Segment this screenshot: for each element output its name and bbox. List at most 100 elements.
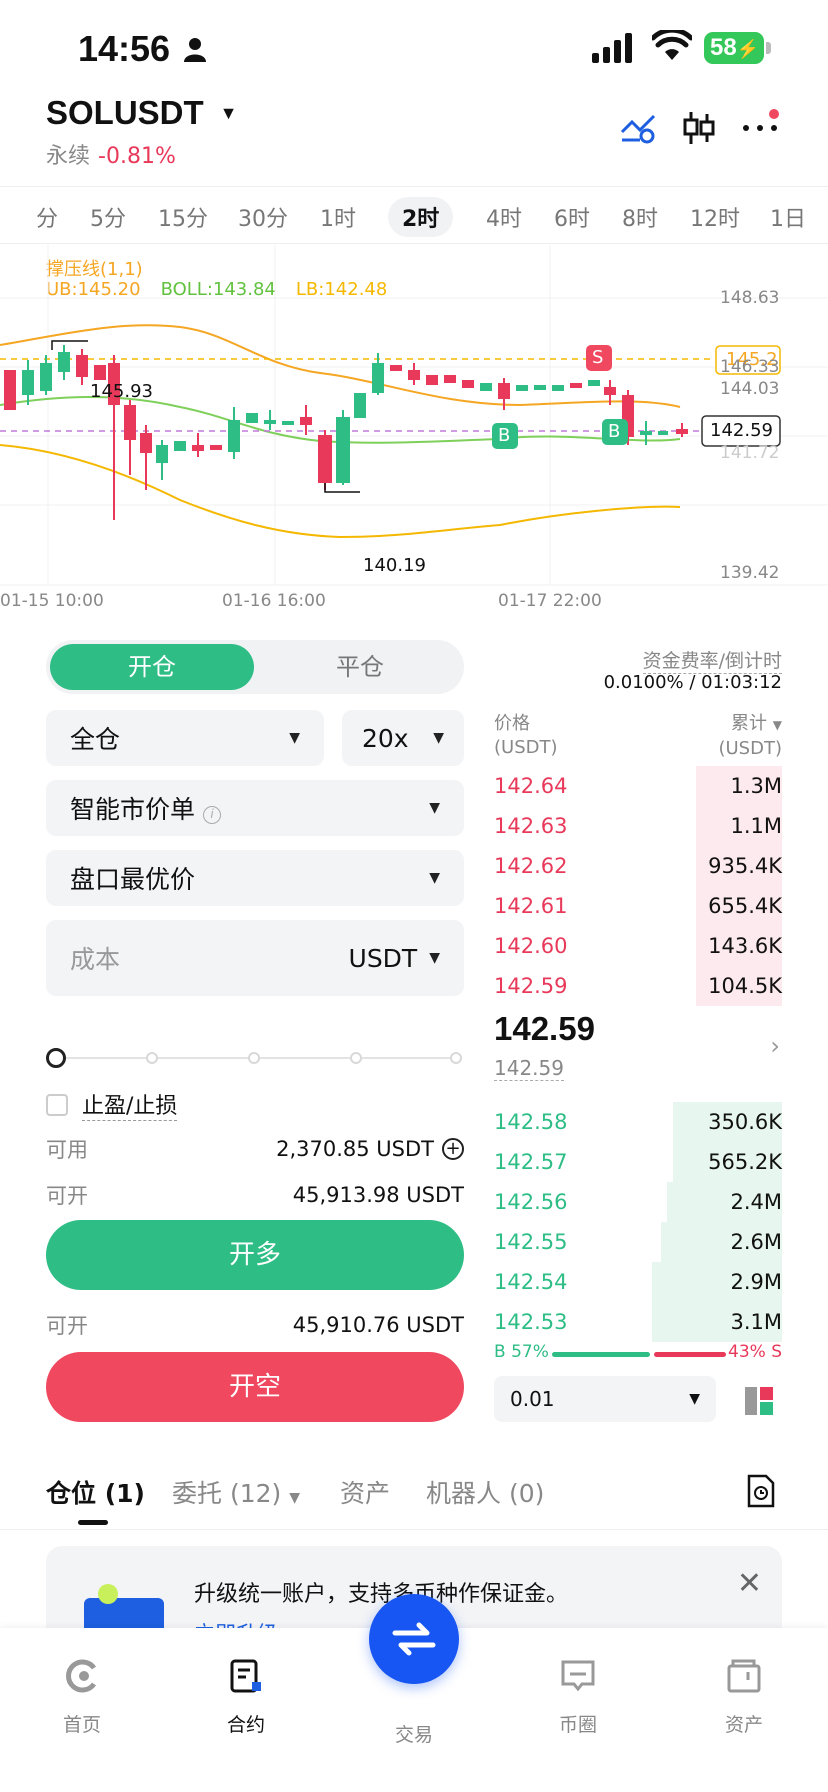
- precision-select[interactable]: 0.01 ▼: [494, 1376, 716, 1422]
- ask-row[interactable]: 142.63 1.1M: [494, 806, 782, 846]
- tab-timeframe[interactable]: 1时: [320, 201, 356, 233]
- nav-home[interactable]: 首页: [32, 1654, 132, 1737]
- slider-tick-100[interactable]: [450, 1052, 462, 1064]
- available-label: 可用: [46, 1138, 88, 1162]
- tab-timeframe[interactable]: 30分: [238, 201, 288, 233]
- ask-row[interactable]: 142.62 935.4K: [494, 846, 782, 886]
- futures-icon: [230, 1659, 261, 1693]
- nav-assets[interactable]: 资产: [694, 1654, 794, 1737]
- bid-price: 142.57: [494, 1150, 568, 1174]
- price-change: -0.81%: [98, 144, 176, 169]
- dropdown-arrow-icon: ▼: [289, 730, 300, 746]
- funding-rate-value: 0.0100% / 01:03:12: [603, 672, 782, 693]
- tab-orders[interactable]: 委托 (12) ▼: [172, 1474, 300, 1510]
- history-doc-icon[interactable]: [746, 1474, 776, 1508]
- ask-row[interactable]: 142.64 1.3M: [494, 766, 782, 806]
- candlestick-icon[interactable]: [682, 110, 716, 146]
- tab-positions[interactable]: 仓位 (1): [46, 1474, 145, 1510]
- tp-sl-label: 止盈/止损: [82, 1088, 178, 1121]
- bid-row[interactable]: 142.54 2.9M: [494, 1262, 782, 1302]
- more-icon[interactable]: [742, 106, 782, 142]
- margin-mode-value: 全仓: [70, 725, 121, 754]
- cost-unit-select[interactable]: USDT ▼: [349, 944, 440, 973]
- slider-tick-50[interactable]: [248, 1052, 260, 1064]
- sell-ratio-bar: [654, 1352, 726, 1357]
- active-tab-underline: [78, 1520, 108, 1525]
- caret-down-icon: ▼: [219, 102, 238, 123]
- leverage-select[interactable]: 20x ▼: [342, 710, 464, 766]
- nav-label: 交易: [394, 1724, 433, 1746]
- price-type-select[interactable]: 盘口最优价 ▼: [46, 850, 464, 906]
- amount-slider[interactable]: [46, 1046, 464, 1070]
- buy-ratio: B 57%: [494, 1342, 549, 1362]
- bid-amount: 2.4M: [730, 1190, 782, 1214]
- dropdown-arrow-icon: ▼: [429, 800, 440, 816]
- slider-tick-75[interactable]: [350, 1052, 362, 1064]
- tab-timeframe[interactable]: 1日: [770, 201, 806, 233]
- tab-assets[interactable]: 资产: [340, 1474, 390, 1510]
- indicator-chart-icon[interactable]: [620, 110, 656, 146]
- ask-amount: 1.1M: [730, 814, 782, 838]
- tab-timeframe[interactable]: 4时: [486, 201, 522, 233]
- tab-close[interactable]: 平仓: [260, 644, 460, 690]
- bid-row[interactable]: 142.58 350.6K: [494, 1102, 782, 1142]
- price-header-unit: (USDT): [494, 737, 558, 758]
- margin-mode-select[interactable]: 全仓 ▼: [46, 710, 324, 766]
- add-funds-icon[interactable]: +: [442, 1138, 464, 1160]
- tab-timeframe[interactable]: 12时: [690, 201, 740, 233]
- slider-knob[interactable]: [46, 1048, 66, 1068]
- tab-timeframe[interactable]: 6时: [554, 201, 590, 233]
- bid-amount: 565.2K: [708, 1150, 782, 1174]
- tab-timeframe[interactable]: 5分: [90, 201, 126, 233]
- tab-timeframe[interactable]: 8时: [622, 201, 658, 233]
- max-open-label: 可开: [46, 1184, 88, 1208]
- amount-header[interactable]: 累计 ▼ (USDT): [718, 712, 782, 761]
- max-long-value: 45,913.98 USDT: [292, 1183, 464, 1207]
- bid-row[interactable]: 142.57 565.2K: [494, 1142, 782, 1182]
- order-type-select[interactable]: 智能市价单 i ▼: [46, 780, 464, 836]
- chevron-right-icon[interactable]: ›: [770, 1032, 780, 1060]
- tab-open[interactable]: 开仓: [50, 644, 254, 690]
- funding-rate-label[interactable]: 资金费率/倒计时: [642, 646, 782, 674]
- open-close-toggle: 开仓 平仓: [46, 640, 464, 694]
- open-long-button[interactable]: 开多: [46, 1220, 464, 1290]
- ask-price: 142.60: [494, 934, 568, 958]
- slider-tick-25[interactable]: [146, 1052, 158, 1064]
- cost-unit: USDT: [348, 943, 418, 973]
- ask-row[interactable]: 142.59 104.5K: [494, 966, 782, 1006]
- bid-row[interactable]: 142.53 3.1M: [494, 1302, 782, 1342]
- pair-selector[interactable]: SOLUSDT ▼: [46, 94, 238, 132]
- bid-row[interactable]: 142.55 2.6M: [494, 1222, 782, 1262]
- ask-row[interactable]: 142.61 655.4K: [494, 886, 782, 926]
- checkbox[interactable]: [46, 1093, 68, 1116]
- bid-price: 142.54: [494, 1270, 568, 1294]
- bid-price: 142.55: [494, 1230, 568, 1254]
- time-axis-label: 01-15 10:00: [0, 591, 104, 611]
- close-icon[interactable]: ✕: [737, 1566, 762, 1601]
- open-short-button[interactable]: 开空: [46, 1352, 464, 1422]
- nav-futures[interactable]: 合约: [196, 1654, 296, 1737]
- orderbook-layout-icon[interactable]: [744, 1386, 774, 1416]
- dropdown-arrow-icon: ▼: [689, 1391, 700, 1407]
- trade-fab-button[interactable]: [369, 1594, 459, 1684]
- nav-trade[interactable]: 交易: [364, 1720, 464, 1747]
- bid-row[interactable]: 142.56 2.4M: [494, 1182, 782, 1222]
- ask-row[interactable]: 142.60 143.6K: [494, 926, 782, 966]
- pair-name: SOLUSDT: [46, 94, 204, 131]
- tab-timeframe[interactable]: 15分: [158, 201, 208, 233]
- price-chart[interactable]: 撑压线(1,1) UB:145.20 BOLL:143.84 LB:142.48: [0, 245, 828, 615]
- cost-input[interactable]: 成本 USDT ▼: [46, 920, 464, 996]
- available-value: 2,370.85 USDT: [276, 1137, 434, 1161]
- wifi-icon: [652, 30, 692, 60]
- tp-sl-checkbox[interactable]: 止盈/止损: [46, 1088, 178, 1121]
- chart-high-label: 145.93: [90, 381, 153, 402]
- info-icon[interactable]: i: [203, 806, 222, 824]
- tab-timeframe[interactable]: 分: [36, 201, 58, 233]
- bid-price: 142.53: [494, 1310, 568, 1334]
- cellular-signal-icon: [592, 33, 632, 63]
- wallet-icon: [727, 1659, 761, 1693]
- caret-down-icon: ▼: [289, 1490, 300, 1506]
- tab-bots[interactable]: 机器人 (0): [426, 1474, 544, 1510]
- tab-timeframe-active[interactable]: 2时: [388, 197, 454, 237]
- nav-community[interactable]: 币圈: [528, 1654, 628, 1737]
